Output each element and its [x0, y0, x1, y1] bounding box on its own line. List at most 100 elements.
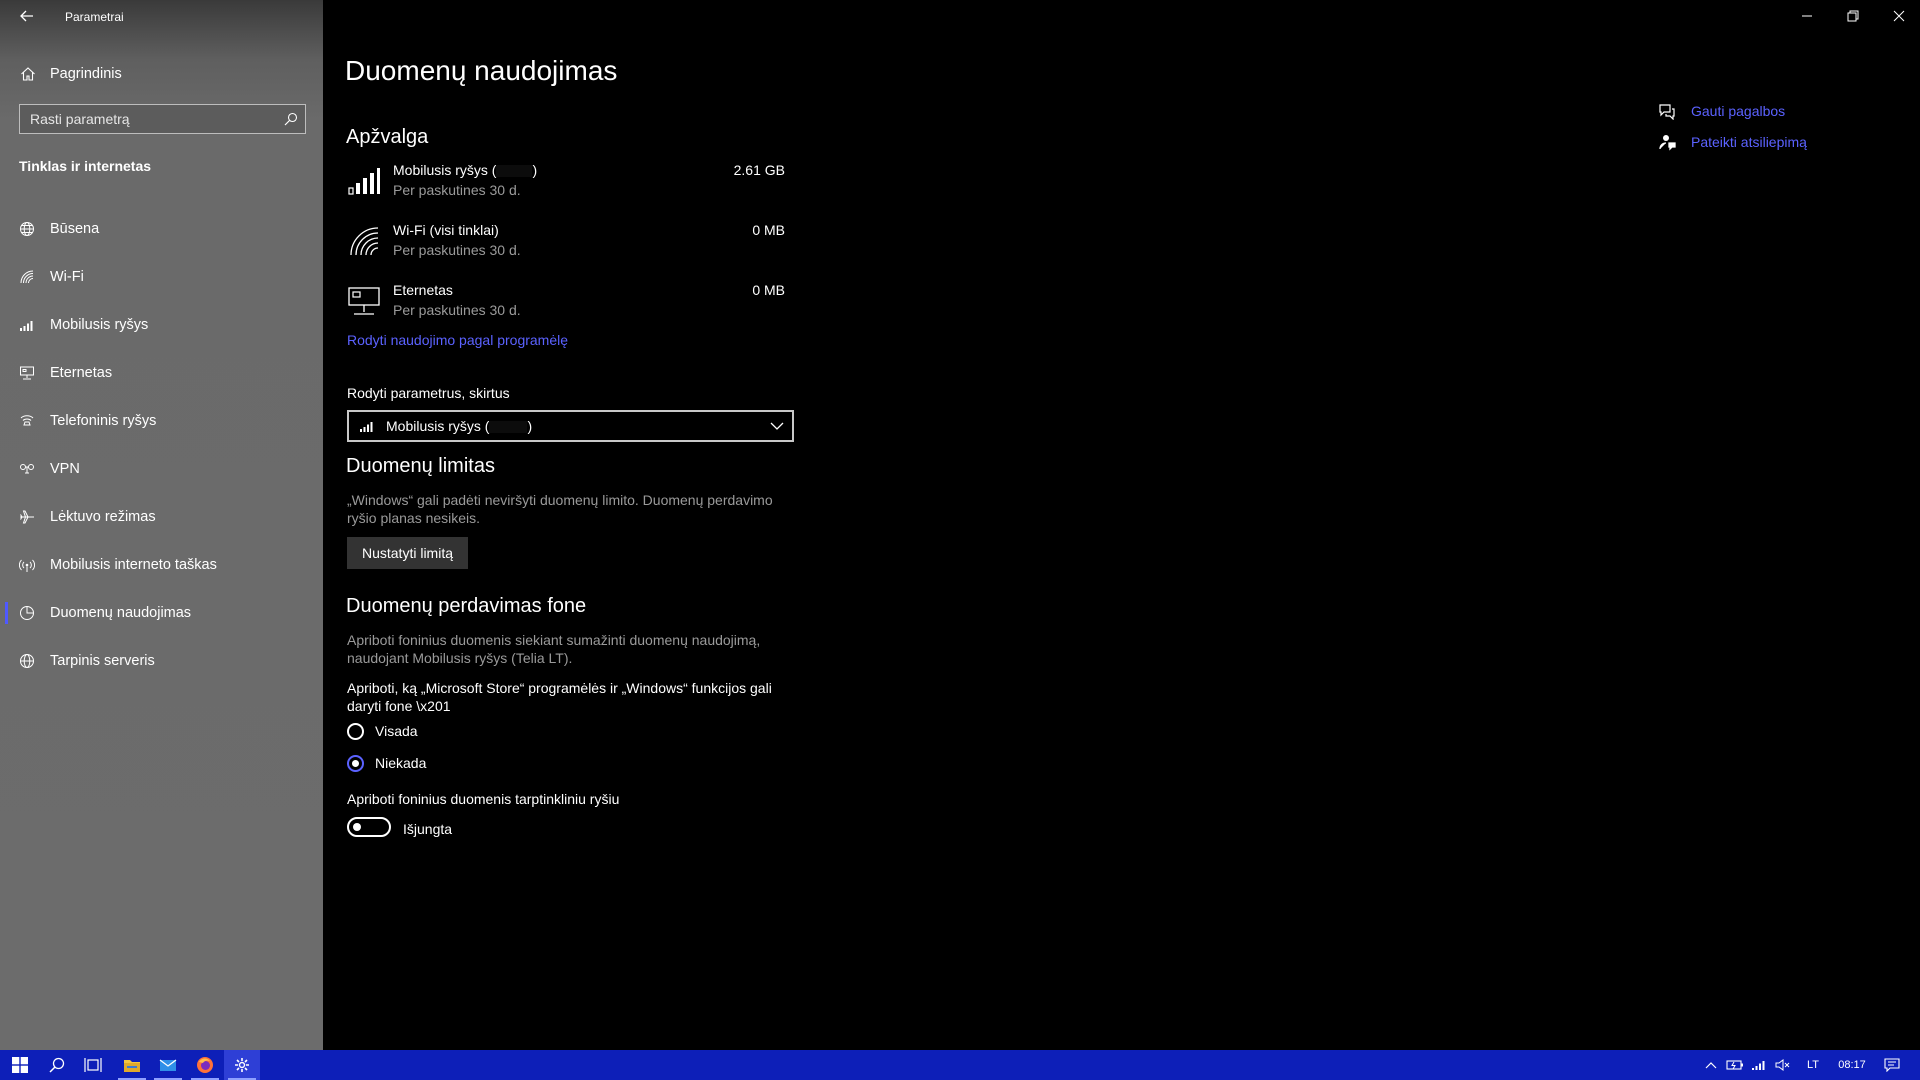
- airplane-icon: [20, 510, 34, 524]
- minimize-button[interactable]: [1784, 0, 1830, 32]
- folder-icon: [124, 1060, 140, 1072]
- usage-period: Per paskutines 30 d.: [393, 182, 521, 198]
- mail-icon: [159, 1059, 177, 1071]
- per-app-usage-link[interactable]: Rodyti naudojimo pagal programėlę: [347, 332, 568, 348]
- app-title: Parametrai: [65, 10, 124, 24]
- usage-period: Per paskutines 30 d.: [393, 302, 521, 318]
- sidebar-item-label: Mobilusis interneto taškas: [50, 557, 217, 573]
- sidebar-nav: Būsena Wi-Fi Mobilusis ryšys Eternetas T…: [0, 205, 323, 685]
- feedback-link[interactable]: Pateikti atsiliepimą: [1658, 132, 1807, 152]
- battery-tray-button[interactable]: [1724, 1050, 1746, 1080]
- data-limit-text-line2: ryšio planas nesikeis.: [347, 510, 481, 526]
- clock[interactable]: 08:17: [1830, 1050, 1874, 1080]
- set-limit-button[interactable]: Nustatyti limitą: [347, 537, 468, 569]
- settings-app-button[interactable]: [224, 1050, 260, 1080]
- task-view-button[interactable]: [75, 1050, 111, 1080]
- radio-circle[interactable]: [347, 754, 364, 772]
- globe-icon: [20, 222, 34, 236]
- vpn-icon: [20, 464, 34, 474]
- sidebar-item-label: Tarpinis serveris: [50, 653, 155, 669]
- radio-always[interactable]: Visada: [347, 720, 418, 742]
- action-center-button[interactable]: [1878, 1050, 1906, 1080]
- sidebar-item-hotspot[interactable]: Mobilusis interneto taškas: [0, 541, 323, 589]
- home-nav-item[interactable]: Pagrindinis: [20, 63, 122, 85]
- firefox-button[interactable]: [187, 1050, 223, 1080]
- proxy-icon: [20, 654, 34, 668]
- sidebar-item-proxy[interactable]: Tarpinis serveris: [0, 637, 323, 685]
- usage-period: Per paskutines 30 d.: [393, 242, 521, 258]
- clock-time: 08:17: [1838, 1059, 1866, 1071]
- usage-name: Eternetas: [393, 282, 453, 298]
- show-settings-label: Rodyti parametrus, skirtus: [347, 385, 510, 401]
- hotspot-icon: [19, 559, 35, 572]
- home-icon: [21, 67, 35, 81]
- gear-icon: [235, 1058, 249, 1072]
- file-explorer-button[interactable]: [114, 1050, 150, 1080]
- sidebar-item-vpn[interactable]: VPN: [0, 445, 323, 493]
- radio-circle[interactable]: [347, 722, 364, 740]
- volume-tray-button[interactable]: [1772, 1050, 1794, 1080]
- radio-label: Niekada: [375, 755, 427, 771]
- usage-amount: 0 MB: [752, 282, 785, 298]
- chevron-down-icon: [770, 422, 784, 430]
- close-button[interactable]: [1876, 0, 1920, 32]
- search-icon[interactable]: [284, 112, 298, 126]
- taskbar-search-button[interactable]: [39, 1050, 75, 1080]
- home-label: Pagrindinis: [50, 66, 122, 82]
- background-question: Apriboti, ką „Microsoft Store“ programėl…: [347, 679, 772, 715]
- title-bar: Parametrai: [0, 0, 323, 32]
- radio-label: Visada: [375, 723, 418, 739]
- background-data-heading: Duomenų perdavimas fone: [346, 595, 587, 617]
- toggle-state-label: Išjungta: [403, 821, 453, 837]
- usage-name-suffix: ): [532, 162, 538, 178]
- search-box[interactable]: [19, 104, 306, 134]
- get-help-link[interactable]: Gauti pagalbos: [1658, 101, 1785, 121]
- radio-never[interactable]: Niekada: [347, 752, 426, 774]
- firefox-icon: [197, 1057, 213, 1073]
- usage-row-cellular: Mobilusis ryšys () Per paskutines 30 d. …: [347, 162, 787, 206]
- language-indicator[interactable]: LT: [1800, 1050, 1826, 1080]
- overview-heading: Apžvalga: [346, 126, 429, 148]
- sidebar-item-status[interactable]: Būsena: [0, 205, 323, 253]
- background-data-description: Apriboti foninius duomenis siekiant suma…: [347, 631, 760, 667]
- usage-amount: 0 MB: [752, 222, 785, 238]
- back-button[interactable]: [17, 6, 37, 26]
- data-limit-text-line1: „Windows“ gali padėti neviršyti duomenų …: [347, 492, 773, 508]
- sidebar-item-label: Duomenų naudojimas: [50, 605, 192, 621]
- network-dropdown[interactable]: Mobilusis ryšys (): [347, 410, 794, 442]
- taskbar: LT 08:17: [0, 1050, 1920, 1080]
- sidebar-item-dialup[interactable]: Telefoninis ryšys: [0, 397, 323, 445]
- usage-row-wifi: Wi-Fi (visi tinklai) Per paskutines 30 d…: [347, 222, 787, 266]
- sidebar-item-data-usage[interactable]: Duomenų naudojimas: [0, 589, 323, 637]
- redacted-network-name: [496, 165, 533, 178]
- sidebar-item-label: VPN: [50, 461, 80, 477]
- search-input[interactable]: [20, 105, 270, 133]
- background-text-line1: Apriboti foninius duomenis siekiant suma…: [347, 632, 761, 648]
- notifications-icon: [1884, 1058, 1900, 1072]
- sidebar-item-ethernet[interactable]: Eternetas: [0, 349, 323, 397]
- data-limit-description: „Windows“ gali padėti neviršyti duomenų …: [347, 491, 773, 527]
- start-button[interactable]: [2, 1050, 38, 1080]
- volume-muted-icon: [1775, 1059, 1790, 1071]
- language-label: LT: [1806, 1059, 1820, 1071]
- restore-button[interactable]: [1830, 0, 1876, 32]
- ethernet-icon: [20, 366, 34, 380]
- dropdown-suffix: ): [527, 418, 533, 434]
- network-tray-button[interactable]: [1748, 1050, 1770, 1080]
- mail-button[interactable]: [150, 1050, 186, 1080]
- help-chat-icon: [1659, 104, 1675, 120]
- usage-name: Wi-Fi (visi tinklai): [393, 222, 499, 238]
- sidebar-item-label: Eternetas: [50, 365, 113, 381]
- get-help-label: Gauti pagalbos: [1691, 103, 1786, 119]
- sidebar-item-wifi[interactable]: Wi-Fi: [0, 253, 323, 301]
- show-hidden-icons-button[interactable]: [1700, 1050, 1722, 1080]
- usage-name-prefix: Mobilusis ryšys (: [393, 162, 497, 178]
- battery-charging-icon: [1726, 1060, 1743, 1070]
- section-heading: Tinklas ir internetas: [19, 158, 152, 174]
- chevron-up-icon: [1705, 1062, 1717, 1069]
- roaming-label: Apriboti foninius duomenis tarptinkliniu…: [347, 791, 620, 807]
- sidebar-item-airplane[interactable]: Lėktuvo režimas: [0, 493, 323, 541]
- roaming-toggle[interactable]: [347, 817, 391, 837]
- sidebar-item-cellular[interactable]: Mobilusis ryšys: [0, 301, 323, 349]
- close-icon: [1893, 10, 1905, 22]
